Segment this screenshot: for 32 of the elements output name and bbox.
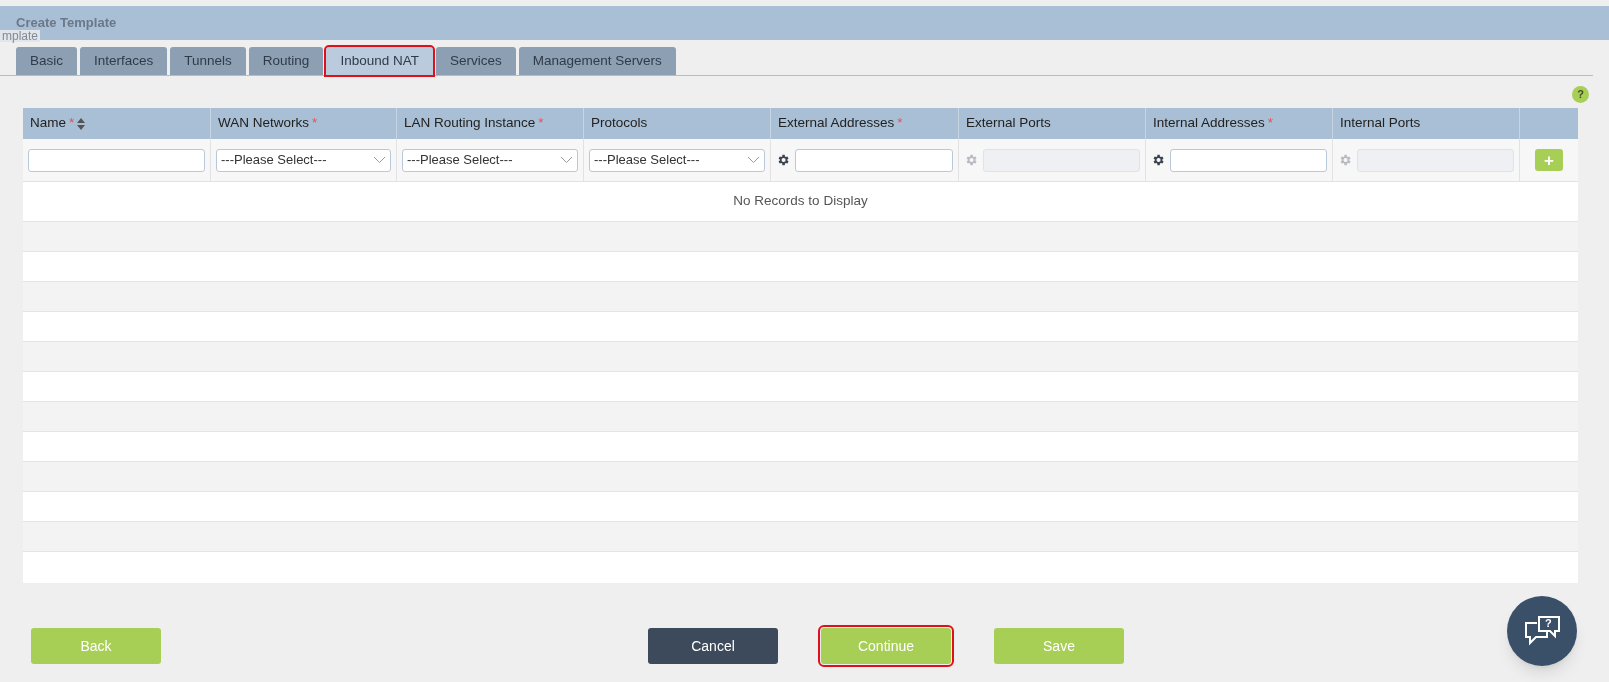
help-icon[interactable]: ? (1572, 86, 1589, 103)
input-field[interactable] (1170, 148, 1327, 172)
select-dropdown[interactable]: ---Please Select--- (402, 148, 578, 172)
select-dropdown[interactable]: ---Please Select--- (589, 148, 765, 172)
required-mark: * (312, 114, 318, 133)
question-mark: ? (1545, 616, 1552, 630)
required-mark: * (69, 114, 75, 133)
required-mark: * (897, 114, 903, 133)
tab[interactable]: Routing (248, 47, 324, 75)
required-mark: * (1267, 114, 1274, 133)
empty-message: No Records to Display (733, 192, 868, 211)
required-mark: * (538, 114, 544, 133)
name-field[interactable] (28, 148, 205, 172)
gear-icon[interactable] (1151, 153, 1165, 167)
chevron-down-icon (747, 156, 760, 164)
action-button[interactable]: Cancel (648, 628, 778, 664)
gear-icon[interactable] (776, 153, 790, 167)
window-title: Create Template (16, 14, 117, 31)
tab[interactable]: Management Servers (518, 47, 676, 75)
tab[interactable]: Services (435, 47, 516, 75)
tab[interactable]: Tunnels (170, 47, 246, 75)
tab[interactable]: Basic (16, 47, 77, 75)
chat-help-button[interactable]: ? (1507, 596, 1577, 666)
chevron-down-icon (560, 156, 573, 164)
select-dropdown[interactable]: ---Please Select--- (216, 148, 391, 172)
ghost-label: mplate (0, 30, 41, 42)
sort-icon[interactable] (77, 117, 86, 130)
chevron-down-icon (373, 156, 386, 164)
tab[interactable]: Interfaces (80, 47, 168, 75)
input-field[interactable] (795, 148, 953, 172)
tab[interactable]: Inbound NAT (326, 47, 433, 75)
chat-bubbles-icon (1523, 615, 1561, 647)
